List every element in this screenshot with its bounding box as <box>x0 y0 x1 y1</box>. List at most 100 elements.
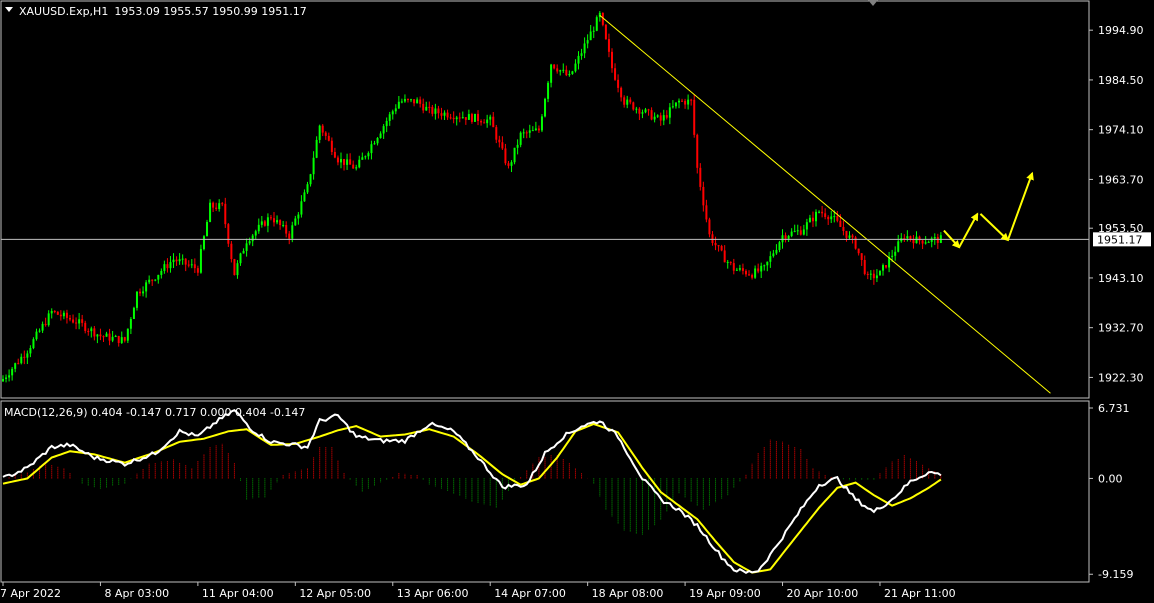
candle-body <box>638 108 641 114</box>
candle-body <box>23 356 26 358</box>
candle-body <box>620 87 623 98</box>
candle-body <box>632 102 635 110</box>
candle-body <box>544 98 547 117</box>
candle-body <box>96 334 99 337</box>
candle-body <box>437 108 440 114</box>
candle-body <box>650 110 653 120</box>
candle-body <box>273 218 276 223</box>
candle-body <box>580 53 583 56</box>
candle <box>854 235 857 250</box>
candle-body <box>857 248 860 254</box>
candle-body <box>236 263 239 276</box>
candle-body <box>403 99 406 102</box>
candle-body <box>860 253 863 260</box>
candle-body <box>397 101 400 109</box>
candle-body <box>117 335 120 344</box>
candle-body <box>376 137 379 144</box>
candle-body <box>748 274 751 276</box>
candle-body <box>772 253 775 257</box>
candle-body <box>285 225 288 234</box>
candle-body <box>303 192 306 202</box>
candle-body <box>434 108 437 114</box>
macd-tick-label: 0.00 <box>1098 472 1123 485</box>
candle-body <box>184 258 187 265</box>
candle-body <box>614 68 617 80</box>
candle-body <box>20 356 23 364</box>
candle-body <box>251 235 254 242</box>
candle-body <box>336 157 339 163</box>
candle <box>233 258 236 276</box>
candle-body <box>875 275 878 279</box>
candle-body <box>869 273 872 275</box>
candle-body <box>419 99 422 104</box>
candle-body <box>413 99 416 104</box>
candle-body <box>565 69 568 76</box>
candle-body <box>531 130 534 132</box>
candle-body <box>388 114 391 121</box>
candle-body <box>263 221 266 226</box>
candle-body <box>294 218 297 226</box>
candle-body <box>851 235 854 238</box>
candle-body <box>537 128 540 131</box>
candle-body <box>440 113 443 116</box>
candle-body <box>534 128 537 131</box>
candle-body <box>346 159 349 165</box>
candle-body <box>671 106 674 108</box>
candle-body <box>163 264 166 271</box>
time-tick-label: 12 Apr 05:00 <box>299 587 371 600</box>
candle-body <box>78 319 81 324</box>
candle-body <box>924 242 927 244</box>
candle-body <box>416 99 419 104</box>
candle-body <box>787 235 790 239</box>
candle-body <box>891 255 894 257</box>
candle-body <box>790 231 793 236</box>
candle-body <box>324 132 327 136</box>
candle-body <box>556 68 559 72</box>
candle-body <box>513 147 516 163</box>
candle-body <box>766 261 769 266</box>
candle-body <box>443 112 446 116</box>
candle-body <box>510 162 513 166</box>
candle-body <box>894 251 897 256</box>
candle-body <box>385 120 388 127</box>
candle-body <box>626 99 629 105</box>
candle-body <box>805 222 808 230</box>
candle-body <box>754 268 757 278</box>
candle-body <box>166 264 169 269</box>
candle-body <box>394 108 397 112</box>
candle <box>595 15 598 32</box>
candle <box>601 12 604 27</box>
candle-body <box>470 114 473 122</box>
candle-body <box>367 153 370 157</box>
time-tick-label: 7 Apr 2022 <box>0 587 61 600</box>
candle-body <box>93 328 96 337</box>
candle-body <box>75 322 78 324</box>
candle <box>135 291 138 311</box>
candle-body <box>233 259 236 276</box>
candle-body <box>936 237 939 243</box>
candle-body <box>595 17 598 31</box>
candle <box>132 306 135 320</box>
candle-body <box>154 279 157 281</box>
candle-body <box>808 217 811 223</box>
candle-body <box>135 291 138 308</box>
candle-body <box>665 115 668 118</box>
candle-body <box>586 40 589 44</box>
candle-body <box>830 216 833 220</box>
candle-body <box>181 258 184 260</box>
candle-body <box>821 211 824 214</box>
candle-body <box>641 112 644 114</box>
candle-body <box>41 323 44 331</box>
candle-body <box>178 259 181 262</box>
candle-body <box>711 234 714 243</box>
candle-body <box>212 202 215 208</box>
candle-body <box>687 99 690 105</box>
candle-body <box>81 319 84 323</box>
candle-body <box>498 139 501 143</box>
candle-body <box>836 216 839 221</box>
candle-body <box>915 236 918 244</box>
candle-body <box>242 250 245 254</box>
candle-body <box>629 99 632 103</box>
candle-body <box>370 144 373 154</box>
candle-body <box>604 24 607 40</box>
